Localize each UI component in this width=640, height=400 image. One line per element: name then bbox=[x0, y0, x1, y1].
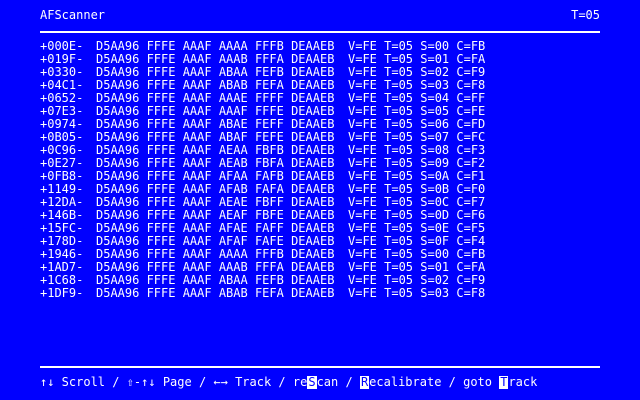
page-arrows-icon: ⇧-↑↓ bbox=[126, 375, 156, 389]
track-indicator: T=05 bbox=[571, 8, 600, 22]
sector-list[interactable]: +000E- D5AA96 FFFE AAAF AAAA FFFB DEAAEB V… bbox=[40, 40, 600, 360]
key-help-bar: ↑↓ Scroll / ⇧-↑↓ Page / ←→ Track / re Sca… bbox=[40, 376, 537, 389]
recalibrate-key[interactable]: R bbox=[359, 376, 370, 389]
goto-track-suffix: rack bbox=[508, 375, 538, 389]
rescan-key[interactable]: S bbox=[307, 376, 317, 389]
top-divider bbox=[40, 31, 600, 33]
scroll-arrows-icon: ↑↓ bbox=[40, 375, 55, 389]
track-hint: Track / bbox=[227, 375, 293, 389]
track-arrows-icon: ←→ bbox=[213, 375, 228, 389]
rescan-suffix: can / bbox=[316, 375, 360, 389]
sector-hex-bytes: D5AA96 FFFE AAAF ABAB FEFA DEAAEB bbox=[96, 286, 335, 300]
bottom-divider bbox=[40, 366, 600, 368]
page-hint: Page / bbox=[155, 375, 214, 389]
app-title: AFScanner bbox=[40, 8, 106, 22]
rescan-prefix: re bbox=[292, 375, 308, 389]
sector-status: V=FE T=05 S=03 C=F8 bbox=[348, 286, 486, 300]
sector-row: +1DF9- D5AA96 FFFE AAAF ABAB FEFA DEAAEB V… bbox=[40, 287, 600, 300]
goto-track-key[interactable]: T bbox=[499, 376, 509, 389]
sector-offset: +1DF9- bbox=[40, 286, 84, 300]
recalibrate-suffix: ecalibrate / goto bbox=[369, 375, 500, 389]
scroll-hint: Scroll / bbox=[54, 375, 127, 389]
